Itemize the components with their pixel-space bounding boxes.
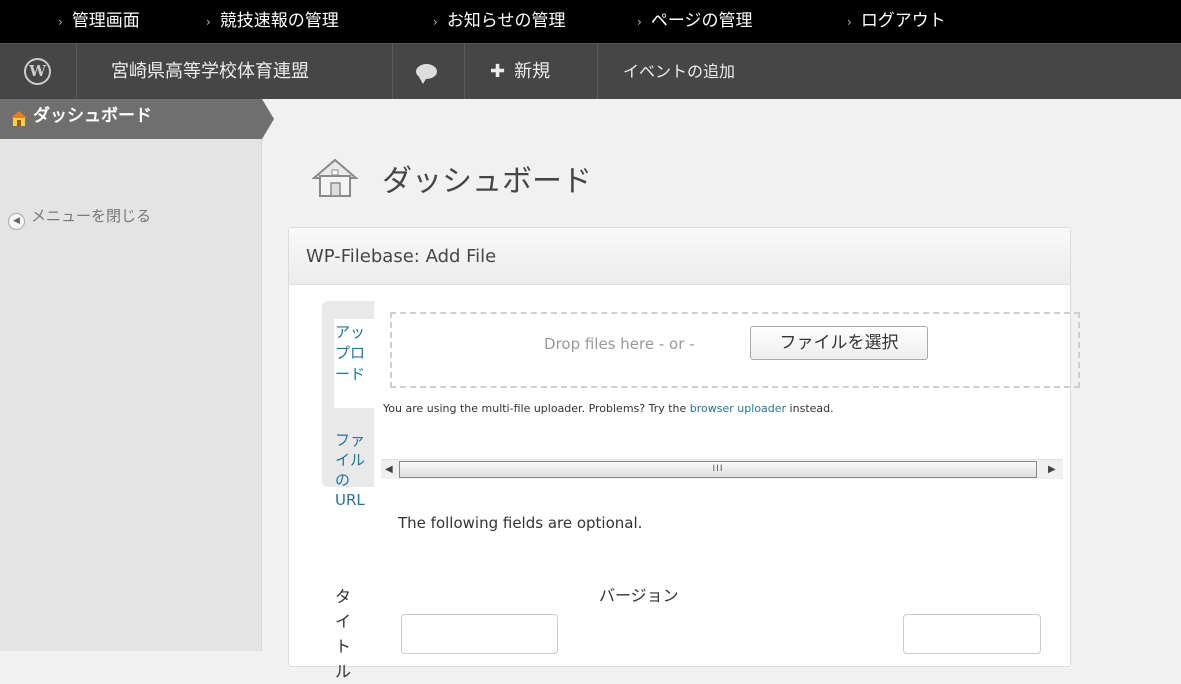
add-event-link[interactable]: イベントの追加 xyxy=(623,44,735,99)
uploader-note-suffix: instead. xyxy=(786,402,834,415)
nav-item-news[interactable]: › お知らせの管理 xyxy=(433,0,565,43)
comments-icon[interactable] xyxy=(416,64,437,84)
nav-label: ページの管理 xyxy=(650,11,753,31)
nav-label: 管理画面 xyxy=(71,11,140,31)
nav-label: お知らせの管理 xyxy=(446,11,566,31)
widget-header[interactable]: WP-Filebase: Add File xyxy=(289,228,1070,285)
upload-tabs: アップロード ファイルのURL xyxy=(334,319,374,509)
version-field-label: バージョン xyxy=(599,586,679,605)
site-name-link[interactable]: 宮崎県高等学校体育連盟 xyxy=(111,44,309,99)
chevron-right-icon: › xyxy=(206,15,211,29)
version-input[interactable] xyxy=(903,614,1041,654)
nav-item-admin[interactable]: › 管理画面 xyxy=(58,0,140,43)
new-content-button[interactable]: ✚ 新規 xyxy=(490,44,550,99)
divider xyxy=(597,44,598,99)
dashboard-house-icon xyxy=(312,158,358,197)
scrollbar-thumb[interactable]: III xyxy=(399,461,1037,478)
optional-fields-note: The following fields are optional. xyxy=(398,514,643,532)
sidebar-item-dashboard[interactable]: ダッシュボード xyxy=(0,99,274,139)
collapse-menu-button[interactable]: ◀ メニューを閉じる xyxy=(8,205,151,230)
divider xyxy=(76,44,77,99)
add-file-widget: WP-Filebase: Add File アップロード ファイルのURL Dr… xyxy=(288,227,1080,667)
scroll-right-arrow-icon[interactable]: ▶ xyxy=(1048,464,1056,475)
title-input[interactable] xyxy=(401,614,558,654)
nav-label: 競技速報の管理 xyxy=(219,11,339,31)
wordpress-logo-icon[interactable]: W xyxy=(24,58,51,85)
scroll-left-arrow-icon[interactable]: ◀ xyxy=(385,464,393,475)
chevron-right-icon: › xyxy=(847,15,852,29)
nav-item-logout[interactable]: › ログアウト xyxy=(847,0,946,43)
tab-upload[interactable]: アップロード xyxy=(334,319,374,408)
chevron-right-icon: › xyxy=(637,15,642,29)
plus-icon: ✚ xyxy=(490,61,506,82)
admin-sidebar: ダッシュボード ◀ メニューを閉じる xyxy=(0,99,274,651)
sidebar-item-label: ダッシュボード xyxy=(33,106,152,126)
uploader-note: You are using the multi-file uploader. P… xyxy=(383,402,834,415)
title-field-label: タイトル xyxy=(335,587,352,681)
admin-bar: W 宮崎県高等学校体育連盟 ✚ 新規 イベントの追加 xyxy=(0,43,1181,99)
top-navigation: › 管理画面 › 競技速報の管理 › お知らせの管理 › ページの管理 › ログアウト xyxy=(0,0,1181,43)
nav-item-results[interactable]: › 競技速報の管理 xyxy=(206,0,339,43)
chevron-right-icon: › xyxy=(58,15,63,29)
select-file-button[interactable]: ファイルを選択 xyxy=(750,326,928,360)
chevron-right-icon: › xyxy=(433,15,438,29)
arrow-left-icon: ◀ xyxy=(8,213,25,230)
nav-item-pages[interactable]: › ページの管理 xyxy=(637,0,752,43)
horizontal-scrollbar[interactable]: ◀ III ▶ xyxy=(381,459,1063,479)
divider xyxy=(392,44,393,99)
page-title: ダッシュボード xyxy=(382,164,592,199)
nav-label: ログアウト xyxy=(860,11,946,31)
home-icon xyxy=(11,111,27,126)
divider xyxy=(464,44,465,99)
tab-file-url[interactable]: ファイルのURL xyxy=(334,430,374,510)
widget-title: WP-Filebase: Add File xyxy=(306,246,497,267)
collapse-menu-label: メニューを閉じる xyxy=(31,207,152,225)
drop-zone[interactable]: Drop files here - or - ファイルを選択 xyxy=(390,312,1080,388)
browser-uploader-link[interactable]: browser uploader xyxy=(690,402,786,415)
uploader-note-text: You are using the multi-file uploader. P… xyxy=(383,402,690,415)
new-label: 新規 xyxy=(514,61,551,82)
drop-zone-text: Drop files here - or - xyxy=(544,335,695,353)
